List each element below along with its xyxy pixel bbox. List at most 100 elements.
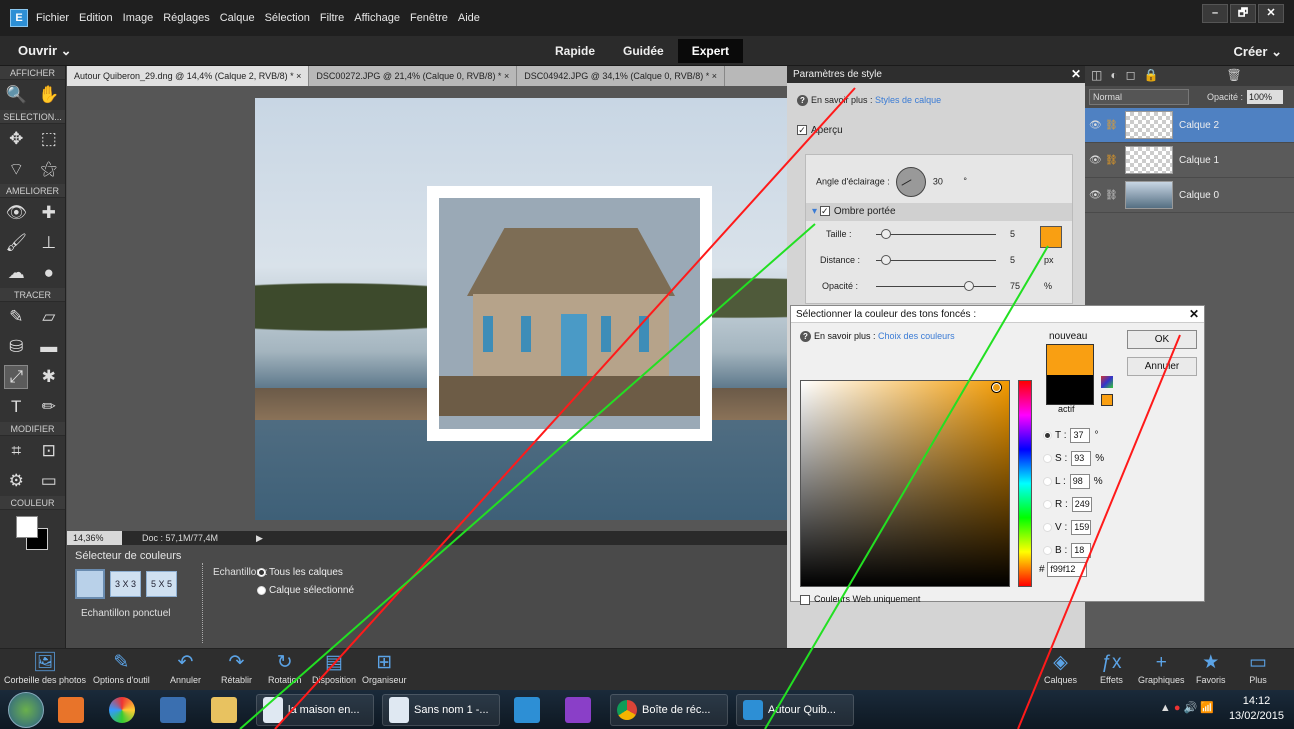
zoom-level[interactable]: 14,36% (67, 531, 122, 545)
slider-thumb[interactable] (881, 255, 891, 265)
hex-field[interactable]: # f99f12 (1039, 562, 1088, 577)
tool-options-button[interactable]: ✎ Options d'outil (93, 651, 150, 685)
close-button[interactable]: ✕ (1258, 4, 1284, 23)
radio-all-layers[interactable]: Tous les calques (257, 567, 343, 578)
luminosity-field[interactable]: L :98% (1043, 474, 1103, 489)
crop-tool-icon[interactable]: ⌗ (4, 439, 28, 463)
opacity-slider[interactable] (876, 281, 996, 291)
color-cursor[interactable] (992, 383, 1001, 392)
doc-tab-1[interactable]: Autour Quiberon_29.dng @ 14,4% (Calque 2… (67, 66, 310, 86)
angle-dial[interactable] (896, 167, 927, 197)
menu-edition[interactable]: Edition (79, 12, 113, 24)
menu-affichage[interactable]: Affichage (354, 12, 400, 24)
taskbar-explorer[interactable] (205, 694, 248, 726)
sample-point-button[interactable] (75, 569, 105, 599)
taskbar-window-2[interactable]: Sans nom 1 -... (382, 693, 500, 726)
system-tray[interactable]: ▲ ● 🔊 📶 (1160, 701, 1214, 714)
web-colors-checkbox[interactable]: Couleurs Web uniquement (800, 594, 920, 605)
type-tool-icon[interactable]: T (4, 395, 28, 419)
hand-tool-icon[interactable]: ✋ (37, 83, 61, 107)
angle-value[interactable]: 30 (933, 176, 943, 186)
color-swatches[interactable] (0, 510, 65, 550)
size-slider[interactable] (876, 229, 996, 239)
shadow-color-swatch[interactable] (1040, 226, 1062, 248)
menu-fenetre[interactable]: Fenêtre (410, 12, 448, 24)
menu-fichier[interactable]: Fichier (36, 12, 69, 24)
doc-tab-3[interactable]: DSC04942.JPG @ 34,1% (Calque 0, RVB/8) *… (517, 66, 726, 86)
web-safe-swatch[interactable] (1101, 394, 1113, 406)
magic-wand-icon[interactable]: ⚝ (37, 157, 61, 181)
network-icon[interactable]: 📶 (1200, 702, 1214, 714)
sample-3x3-button[interactable]: 3 X 3 (110, 571, 142, 597)
taskbar-window-pse[interactable]: Autour Quib... (736, 693, 854, 726)
clock[interactable]: 14:12 13/02/2015 (1229, 694, 1284, 724)
eyedropper-tool-icon[interactable]: ⤢ (4, 365, 29, 389)
menu-selection[interactable]: Sélection (265, 12, 310, 24)
menu-calque[interactable]: Calque (220, 12, 255, 24)
photo-canvas[interactable] (255, 98, 787, 520)
slider-thumb[interactable] (881, 229, 891, 239)
tab-rapide[interactable]: Rapide (541, 39, 609, 63)
blue-field[interactable]: B :18 (1043, 543, 1095, 558)
lock-icon[interactable]: 🔒 (1144, 68, 1167, 82)
hue-slider[interactable] (1018, 380, 1032, 587)
sponge-tool-icon[interactable]: ● (37, 261, 61, 285)
maximize-button[interactable]: 🗗 (1230, 4, 1256, 23)
red-field[interactable]: R :249 (1043, 497, 1096, 512)
minimize-button[interactable]: – (1202, 4, 1228, 23)
green-field[interactable]: V :159 (1043, 520, 1095, 535)
tab-expert[interactable]: Expert (677, 39, 744, 63)
menu-aide[interactable]: Aide (458, 12, 480, 24)
more-button[interactable]: ▭ Plus (1249, 651, 1267, 685)
link-icon[interactable]: ⛓ (1105, 120, 1119, 131)
canvas-area[interactable] (67, 86, 787, 531)
undo-button[interactable]: ↶ Annuler (170, 651, 201, 685)
opacity-input[interactable]: 100% (1247, 90, 1284, 104)
marquee-tool-icon[interactable]: ⬚ (37, 127, 61, 151)
slider-thumb[interactable] (964, 281, 974, 291)
recompose-tool-icon[interactable]: ⊡ (37, 439, 61, 463)
radio-selected-layer[interactable]: Calque sélectionné (257, 585, 354, 596)
gradient-tool-icon[interactable]: ▬ (37, 335, 61, 359)
style-help-link[interactable]: Styles de calque (875, 95, 941, 105)
antivirus-icon[interactable]: ● (1174, 702, 1181, 714)
healing-brush-icon[interactable]: ✚ (37, 201, 61, 225)
link-icon[interactable]: ⛓ (1105, 155, 1119, 166)
layers-button[interactable]: ◈ Calques (1044, 651, 1077, 685)
hue-field[interactable]: T :37 ° (1043, 428, 1098, 443)
doc-tab-2[interactable]: DSC00272.JPG @ 21,4% (Calque 0, RVB/8) *… (309, 66, 518, 86)
eye-icon[interactable]: 👁 (1089, 190, 1105, 201)
effects-button[interactable]: ƒx Effets (1100, 651, 1123, 685)
eye-icon[interactable]: 👁 (1089, 155, 1105, 166)
blur-tool-icon[interactable]: ☁ (4, 261, 28, 285)
taskbar-window-chrome[interactable]: Boîte de réc... (610, 693, 728, 726)
close-icon[interactable]: ✕ (1071, 66, 1081, 83)
taskbar-picasa[interactable] (103, 694, 146, 726)
straighten-tool-icon[interactable]: ▭ (37, 469, 61, 493)
menu-reglages[interactable]: Réglages (163, 12, 209, 24)
out-of-gamut-cube-icon[interactable] (1101, 376, 1113, 388)
menu-filtre[interactable]: Filtre (320, 12, 344, 24)
lasso-tool-icon[interactable]: ⌔ (4, 157, 28, 181)
new-layer-icon[interactable]: ◫ (1091, 68, 1110, 82)
preview-checkbox[interactable]: ✓ Aperçu (797, 125, 1075, 136)
smart-brush-icon[interactable]: 🖌 (4, 231, 28, 255)
color-help-link[interactable]: Choix des couleurs (878, 331, 955, 341)
clone-stamp-icon[interactable]: ⊥ (37, 231, 61, 255)
saturation-brightness-field[interactable] (800, 380, 1010, 587)
mask-icon[interactable]: ◻ (1126, 68, 1144, 82)
menu-image[interactable]: Image (123, 12, 154, 24)
show-hidden-icon[interactable]: ▲ (1160, 702, 1171, 714)
sample-5x5-button[interactable]: 5 X 5 (146, 571, 178, 597)
start-button[interactable] (8, 691, 44, 728)
graphics-button[interactable]: + Graphiques (1138, 651, 1185, 685)
taskbar-premiere-elements[interactable] (559, 694, 602, 726)
eye-icon[interactable]: 👁 (1089, 120, 1105, 131)
volume-icon[interactable]: 🔊 (1184, 702, 1198, 714)
organizer-button[interactable]: ⊞ Organiseur (362, 651, 407, 685)
taskbar-window-1[interactable]: la maison en... (256, 693, 374, 726)
layer-row-calque-2[interactable]: 👁 ⛓ Calque 2 (1085, 108, 1294, 143)
shape-tool-icon[interactable]: ✱ (37, 365, 61, 389)
drop-shadow-header[interactable]: ▾ ✓ Ombre portée (806, 203, 1072, 221)
play-arrow-icon[interactable]: ▶ (256, 533, 263, 544)
